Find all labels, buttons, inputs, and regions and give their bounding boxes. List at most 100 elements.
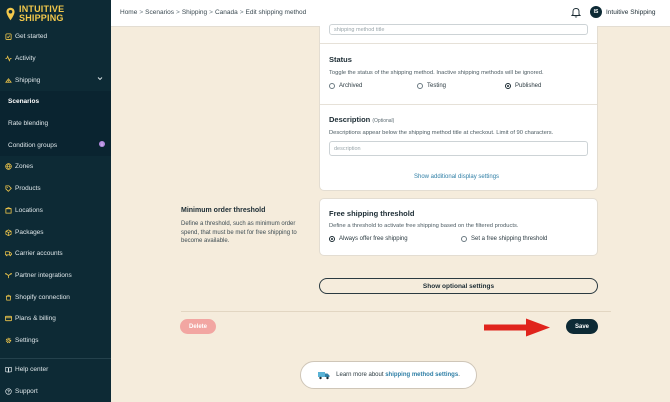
sidebar-item-carrier-accounts[interactable]: Carrier accounts bbox=[0, 243, 111, 265]
save-button[interactable]: Save bbox=[566, 319, 598, 334]
package-icon bbox=[4, 228, 12, 236]
free-shipping-radio-always[interactable]: Always offer free shipping bbox=[329, 236, 408, 242]
learn-more-suffix: . bbox=[458, 372, 460, 378]
learn-more-prefix: Learn more about bbox=[336, 372, 384, 378]
status-radio-testing[interactable]: Testing bbox=[417, 83, 446, 89]
sidebar-item-packages[interactable]: Packages bbox=[0, 221, 111, 243]
divider bbox=[320, 104, 597, 105]
sidebar-item-label: Get started bbox=[15, 33, 48, 41]
show-additional-display-settings-link[interactable]: Show additional display settings bbox=[414, 174, 499, 180]
shipping-icon bbox=[4, 76, 12, 84]
delete-button[interactable]: Delete bbox=[180, 319, 216, 334]
radio-button[interactable] bbox=[461, 236, 467, 242]
free-shipping-radio-threshold[interactable]: Set a free shipping threshold bbox=[461, 236, 547, 242]
status-title: Status bbox=[329, 55, 352, 64]
sidebar-item-rate-blending[interactable]: Rate blending bbox=[0, 112, 111, 135]
gear-icon bbox=[4, 336, 12, 344]
description-title: Description (Optional) bbox=[329, 115, 394, 124]
shipping-method-card: shipping method title Status Toggle the … bbox=[319, 24, 598, 191]
sidebar-item-label: Products bbox=[15, 185, 41, 193]
title-input[interactable]: shipping method title bbox=[329, 24, 588, 35]
sidebar-item-settings[interactable]: Settings bbox=[0, 330, 111, 352]
breadcrumb-separator: > bbox=[176, 9, 180, 16]
sidebar-item-locations[interactable]: Locations bbox=[0, 200, 111, 222]
sidebar-item-get-started[interactable]: Get started bbox=[0, 26, 111, 48]
status-help: Toggle the status of the shipping method… bbox=[329, 70, 544, 76]
breadcrumb-separator: > bbox=[139, 9, 144, 16]
description-help: Descriptions appear below the shipping m… bbox=[329, 130, 554, 136]
radio-button-selected[interactable] bbox=[329, 236, 335, 242]
sidebar-item-label: Scenarios bbox=[8, 98, 40, 106]
sidebar-item-condition-groups[interactable]: Condition groups i bbox=[0, 134, 111, 157]
truck-illustration-icon bbox=[318, 372, 330, 380]
user-name[interactable]: Intuitive Shipping bbox=[606, 9, 656, 16]
breadcrumb-canada[interactable]: Canada bbox=[215, 9, 238, 16]
minimum-order-section: Minimum order threshold Define a thresho… bbox=[181, 207, 299, 246]
status-radio-published[interactable]: Published bbox=[505, 83, 541, 89]
breadcrumb-home[interactable]: Home bbox=[120, 9, 137, 16]
learn-more-link[interactable]: shipping method settings bbox=[385, 372, 458, 378]
learn-more-text: Learn more about shipping method setting… bbox=[336, 372, 460, 378]
sidebar-item-help-center[interactable]: Help center bbox=[0, 359, 111, 381]
avatar[interactable]: IS bbox=[590, 6, 602, 18]
card-icon bbox=[4, 315, 12, 323]
learn-more-banner[interactable]: Learn more about shipping method setting… bbox=[300, 361, 477, 389]
radio-button-selected[interactable] bbox=[505, 83, 511, 89]
breadcrumb: Home > Scenarios > Shipping > Canada > E… bbox=[120, 9, 306, 16]
sidebar-item-scenarios[interactable]: Scenarios bbox=[0, 91, 111, 113]
sidebar-item-label: Plans & billing bbox=[15, 315, 56, 323]
sidebar-item-label: Carrier accounts bbox=[15, 250, 63, 258]
radio-label: Published bbox=[515, 83, 542, 89]
sidebar-item-label: Shopify connection bbox=[15, 293, 70, 301]
sidebar-item-shopify-connection[interactable]: Shopify connection bbox=[0, 286, 111, 308]
sidebar-item-label: Shipping bbox=[15, 76, 41, 84]
optional-tag: (Optional) bbox=[372, 118, 395, 124]
breadcrumb-scenarios[interactable]: Scenarios bbox=[145, 9, 174, 16]
sidebar-item-zones[interactable]: Zones bbox=[0, 156, 111, 178]
book-icon bbox=[4, 366, 12, 374]
free-shipping-help: Define a threshold to activate free ship… bbox=[329, 223, 519, 229]
shopify-icon bbox=[4, 293, 12, 301]
sidebar-item-products[interactable]: Products bbox=[0, 178, 111, 200]
integrations-icon bbox=[4, 271, 12, 279]
minimum-order-help: Define a threshold, such as minimum orde… bbox=[181, 221, 297, 244]
logo-text-line2: SHIPPING bbox=[19, 13, 64, 23]
sidebar-item-label: Activity bbox=[15, 55, 36, 63]
description-input[interactable]: description bbox=[329, 141, 588, 156]
breadcrumb-current: Edit shipping method bbox=[245, 9, 307, 16]
bell-icon[interactable] bbox=[571, 7, 581, 18]
radio-button[interactable] bbox=[329, 83, 335, 89]
tag-icon bbox=[4, 185, 12, 193]
main-content: shipping method title Status Toggle the … bbox=[111, 24, 670, 402]
sidebar-item-label: Support bbox=[15, 388, 38, 396]
location-pin-logo-icon bbox=[6, 7, 15, 21]
globe-icon bbox=[4, 163, 12, 171]
sidebar-item-partner-integrations[interactable]: Partner integrations bbox=[0, 265, 111, 287]
chevron-down-icon[interactable] bbox=[97, 76, 103, 83]
location-icon bbox=[4, 206, 12, 214]
help-icon bbox=[4, 388, 12, 396]
breadcrumb-shipping[interactable]: Shipping bbox=[182, 9, 207, 16]
show-optional-settings-button[interactable]: Show optional settings bbox=[319, 278, 598, 294]
sidebar-bottom: Help center Support bbox=[0, 358, 111, 402]
sidebar: INTUITIVE SHIPPING Get started Activity … bbox=[0, 0, 111, 402]
sidebar-item-plans-billing[interactable]: Plans & billing bbox=[0, 308, 111, 330]
sidebar-item-support[interactable]: Support bbox=[0, 381, 111, 402]
radio-button[interactable] bbox=[417, 83, 423, 89]
divider bbox=[320, 43, 597, 44]
sidebar-item-label: Zones bbox=[15, 163, 34, 171]
app-logo[interactable]: INTUITIVE SHIPPING bbox=[6, 4, 64, 24]
sidebar-item-label: Packages bbox=[15, 228, 44, 236]
free-shipping-card: Free shipping threshold Define a thresho… bbox=[319, 198, 598, 256]
sidebar-item-shipping[interactable]: Shipping bbox=[0, 69, 111, 91]
radio-label: Testing bbox=[427, 83, 447, 89]
activity-icon bbox=[4, 55, 12, 63]
sidebar-item-activity[interactable]: Activity bbox=[0, 48, 111, 70]
info-badge: i bbox=[99, 141, 105, 148]
sidebar-item-label: Settings bbox=[15, 336, 39, 344]
sidebar-item-label: Condition groups bbox=[8, 141, 58, 149]
free-shipping-title: Free shipping threshold bbox=[329, 209, 415, 218]
sidebar-item-label: Rate blending bbox=[8, 120, 49, 128]
top-bar: Home > Scenarios > Shipping > Canada > E… bbox=[111, 0, 670, 27]
status-radio-archived[interactable]: Archived bbox=[329, 83, 362, 89]
